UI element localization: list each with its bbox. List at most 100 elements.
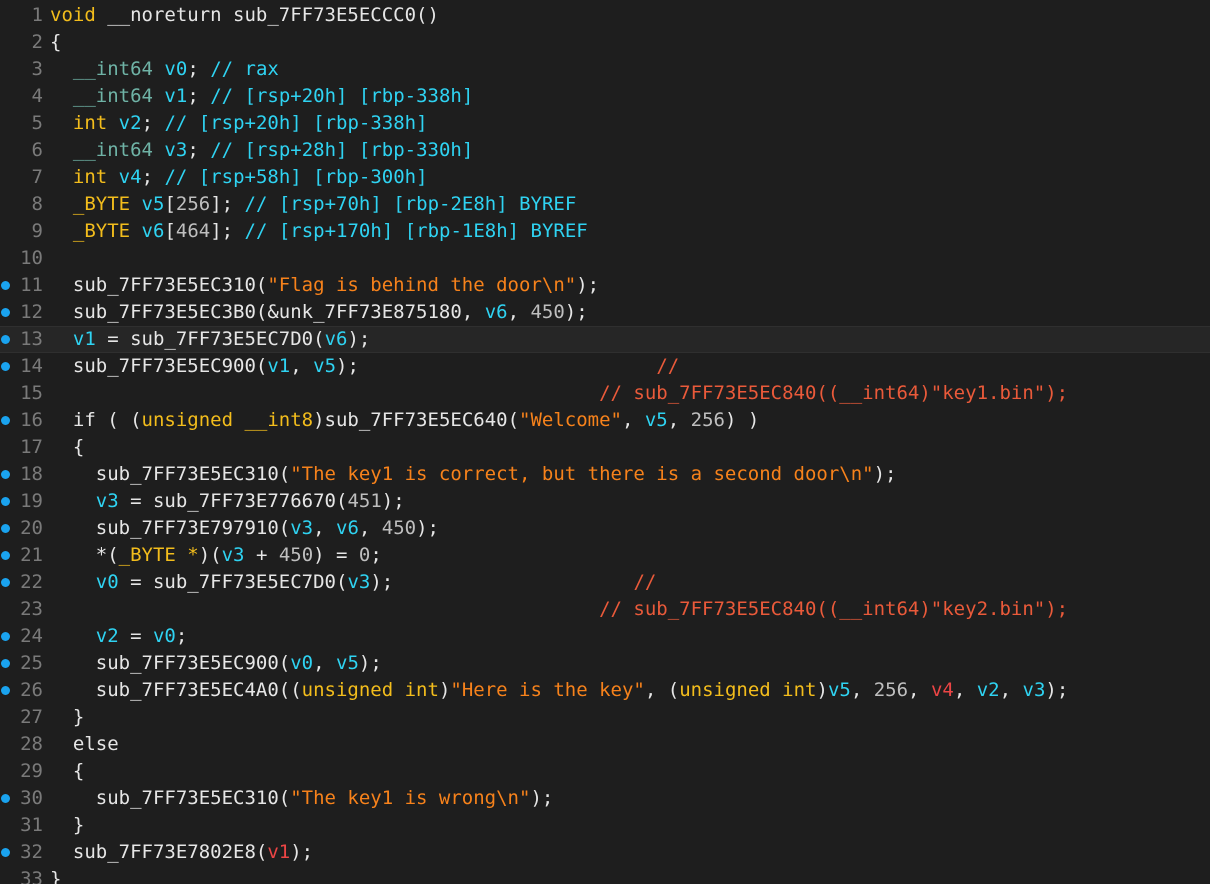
code-text[interactable]: _BYTE v5[256]; // [rsp+70h] [rbp-2E8h] B… (50, 191, 576, 218)
code-text[interactable]: } (50, 866, 61, 884)
breakpoint-dot-icon[interactable] (1, 659, 10, 668)
code-token: v5 (336, 652, 359, 674)
code-line[interactable]: 12 sub_7FF73E5EC3B0(&unk_7FF73E875180, v… (0, 299, 1210, 326)
code-text[interactable]: sub_7FF73E5EC310("The key1 is correct, b… (50, 461, 897, 488)
code-line[interactable]: 23 // sub_7FF73E5EC840((__int64)"key2.bi… (0, 596, 1210, 623)
code-text[interactable]: { (50, 758, 84, 785)
code-line[interactable]: 6 __int64 v3; // [rsp+28h] [rbp-330h] (0, 137, 1210, 164)
breakpoint-dot-icon[interactable] (1, 794, 10, 803)
code-line[interactable]: 8 _BYTE v5[256]; // [rsp+70h] [rbp-2E8h]… (0, 191, 1210, 218)
code-line[interactable]: 25 sub_7FF73E5EC900(v0, v5); (0, 650, 1210, 677)
code-text[interactable]: sub_7FF73E5EC310("Flag is behind the doo… (50, 272, 599, 299)
code-token: v0 (152, 625, 176, 647)
code-token: int (72, 112, 108, 134)
code-text[interactable]: __int64 v0; // rax (50, 56, 279, 83)
code-line[interactable]: 31 } (0, 812, 1210, 839)
code-token: } (50, 814, 85, 836)
code-text[interactable]: sub_7FF73E797910(v3, v6, 450); (50, 515, 439, 542)
code-token: sub_7FF73E5EC900( (50, 355, 268, 377)
code-line[interactable]: 1 void __noreturn sub_7FF73E5ECCC0() (0, 2, 1210, 29)
code-line[interactable]: 13 v1 = sub_7FF73E5EC7D0(v6); (0, 326, 1210, 353)
code-text[interactable]: sub_7FF73E5EC4A0((unsigned int)"Here is … (50, 677, 1069, 704)
code-text[interactable]: sub_7FF73E5EC900(v0, v5); (50, 650, 382, 677)
code-line[interactable]: 28 else (0, 731, 1210, 758)
code-text[interactable]: { (50, 29, 61, 56)
code-line[interactable]: 19 v3 = sub_7FF73E776670(451); (0, 488, 1210, 515)
code-line[interactable]: 7 int v4; // [rsp+58h] [rbp-300h] (0, 164, 1210, 191)
code-text[interactable]: else (50, 731, 119, 758)
code-text[interactable]: // sub_7FF73E5EC840((__int64)"key2.bin")… (50, 596, 1068, 623)
code-line[interactable]: 3 __int64 v0; // rax (0, 56, 1210, 83)
code-line[interactable]: 4 __int64 v1; // [rsp+20h] [rbp-338h] (0, 83, 1210, 110)
breakpoint-dot-icon[interactable] (1, 524, 10, 533)
code-line[interactable]: 2{ (0, 29, 1210, 56)
code-token: ; (187, 58, 211, 80)
code-line[interactable]: 14 sub_7FF73E5EC900(v1, v5); // (0, 353, 1210, 380)
code-line[interactable]: 32 sub_7FF73E7802E8(v1); (0, 839, 1210, 866)
breakpoint-dot-icon[interactable] (1, 470, 10, 479)
code-text[interactable]: } (50, 812, 84, 839)
code-text[interactable]: v2 = v0; (50, 623, 188, 650)
code-text[interactable]: __int64 v1; // [rsp+20h] [rbp-338h] (50, 83, 473, 110)
code-line[interactable]: 26 sub_7FF73E5EC4A0((unsigned int)"Here … (0, 677, 1210, 704)
code-line[interactable]: 15 // sub_7FF73E5EC840((__int64)"key1.bi… (0, 380, 1210, 407)
code-token: )sub_7FF73E5EC640( (313, 409, 520, 431)
line-number: 31 (20, 814, 43, 836)
code-line[interactable]: 22 v0 = sub_7FF73E5EC7D0(v3); // (0, 569, 1210, 596)
code-line[interactable]: 17 { (0, 434, 1210, 461)
code-line[interactable]: 21 *(_BYTE *)(v3 + 450) = 0; (0, 542, 1210, 569)
code-line[interactable]: 30 sub_7FF73E5EC310("The key1 is wrong\n… (0, 785, 1210, 812)
code-text[interactable]: sub_7FF73E5EC900(v1, v5); // (50, 353, 679, 380)
breakpoint-dot-icon[interactable] (1, 335, 10, 344)
code-text[interactable]: _BYTE v6[464]; // [rsp+170h] [rbp-1E8h] … (50, 218, 588, 245)
code-text[interactable]: sub_7FF73E5EC3B0(&unk_7FF73E875180, v6, … (50, 299, 588, 326)
breakpoint-dot-icon[interactable] (1, 686, 10, 695)
code-text[interactable]: v0 = sub_7FF73E5EC7D0(v3); // (50, 569, 657, 596)
code-line[interactable]: 5 int v2; // [rsp+20h] [rbp-338h] (0, 110, 1210, 137)
code-token: , (621, 409, 645, 431)
code-token: v6 (336, 517, 359, 539)
code-line[interactable]: 9 _BYTE v6[464]; // [rsp+170h] [rbp-1E8h… (0, 218, 1210, 245)
code-line[interactable]: 10 (0, 245, 1210, 272)
breakpoint-dot-icon[interactable] (1, 281, 10, 290)
breakpoint-dot-icon[interactable] (1, 362, 10, 371)
code-line[interactable]: 11 sub_7FF73E5EC310("Flag is behind the … (0, 272, 1210, 299)
breakpoint-dot-icon[interactable] (1, 632, 10, 641)
code-line[interactable]: 24 v2 = v0; (0, 623, 1210, 650)
code-text[interactable]: v3 = sub_7FF73E776670(451); (50, 488, 405, 515)
code-text[interactable]: } (50, 704, 84, 731)
code-line[interactable]: 20 sub_7FF73E797910(v3, v6, 450); (0, 515, 1210, 542)
code-line[interactable]: 18 sub_7FF73E5EC310("The key1 is correct… (0, 461, 1210, 488)
code-line[interactable]: 16 if ( (unsigned __int8)sub_7FF73E5EC64… (0, 407, 1210, 434)
breakpoint-dot-icon[interactable] (1, 497, 10, 506)
code-token: 464 (175, 220, 211, 242)
code-token: sub_7FF73E5EC310( (50, 463, 291, 485)
breakpoint-dot-icon[interactable] (1, 848, 10, 857)
code-text[interactable]: void __noreturn sub_7FF73E5ECCC0() (50, 2, 439, 29)
code-text[interactable]: sub_7FF73E7802E8(v1); (50, 839, 313, 866)
code-token: ; (141, 112, 165, 134)
code-line[interactable]: 33} (0, 866, 1210, 884)
code-text[interactable]: { (50, 434, 84, 461)
code-editor[interactable]: 1 void __noreturn sub_7FF73E5ECCC0() 2{3 _… (0, 0, 1210, 884)
code-text[interactable]: v1 = sub_7FF73E5EC7D0(v6); (50, 327, 370, 352)
code-line[interactable]: 29 { (0, 758, 1210, 785)
code-text[interactable]: __int64 v3; // [rsp+28h] [rbp-330h] (50, 137, 473, 164)
code-text[interactable]: int v4; // [rsp+58h] [rbp-300h] (50, 164, 428, 191)
code-text[interactable]: *(_BYTE *)(v3 + 450) = 0; (50, 542, 382, 569)
code-text[interactable]: // sub_7FF73E5EC840((__int64)"key1.bin")… (50, 380, 1068, 407)
line-number: 8 (31, 193, 43, 215)
code-text[interactable]: sub_7FF73E5EC310("The key1 is wrong\n"); (50, 785, 554, 812)
breakpoint-dot-icon[interactable] (1, 416, 10, 425)
breakpoint-dot-icon[interactable] (1, 578, 10, 587)
code-text[interactable]: int v2; // [rsp+20h] [rbp-338h] (50, 110, 428, 137)
breakpoint-dot-icon[interactable] (1, 308, 10, 317)
code-text[interactable]: if ( (unsigned __int8)sub_7FF73E5EC640("… (50, 407, 759, 434)
breakpoint-dot-icon[interactable] (1, 551, 10, 560)
code-token: "The key1 is correct, but there is a sec… (290, 463, 874, 485)
code-line[interactable]: 27 } (0, 704, 1210, 731)
line-number: 26 (20, 679, 43, 701)
